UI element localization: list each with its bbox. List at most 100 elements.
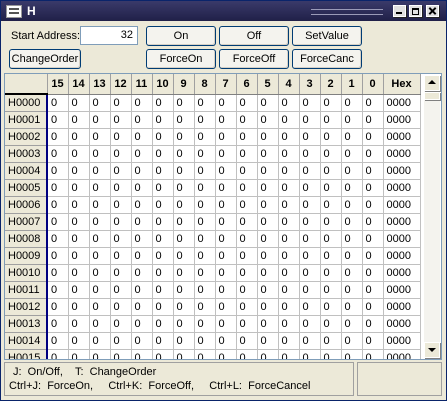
bit-cell[interactable]: 0 bbox=[47, 298, 69, 316]
bit-cell[interactable]: 0 bbox=[236, 162, 258, 180]
bit-cell[interactable]: 0 bbox=[257, 145, 279, 163]
bit-cell[interactable]: 0 bbox=[68, 298, 90, 316]
bit-cell[interactable]: 0 bbox=[110, 179, 132, 197]
table-row[interactable]: H0003 0 0 0 0 0 0 0 0 0 0 0 0 0 0 0 0 0000 bbox=[5, 145, 421, 163]
row-address[interactable]: H0000 bbox=[5, 94, 48, 112]
bit-cell[interactable]: 0 bbox=[68, 179, 90, 197]
bit-cell[interactable]: 0 bbox=[214, 179, 237, 197]
row-address[interactable]: H0015 bbox=[5, 349, 48, 359]
bit-cell[interactable]: 0 bbox=[194, 298, 216, 316]
bit-cell[interactable]: 0 bbox=[298, 332, 321, 350]
bit-cell[interactable]: 0 bbox=[298, 128, 321, 146]
bit-cell[interactable]: 0 bbox=[341, 332, 363, 350]
row-address[interactable]: H0001 bbox=[5, 111, 48, 129]
bit-cell[interactable]: 0 bbox=[47, 162, 69, 180]
bit-cell[interactable]: 0 bbox=[236, 247, 258, 265]
bit-cell[interactable]: 0 bbox=[214, 332, 237, 350]
bit-cell[interactable]: 0 bbox=[47, 196, 69, 214]
bit-cell[interactable]: 0 bbox=[298, 230, 321, 248]
bit-cell[interactable]: 0 bbox=[362, 145, 384, 163]
hex-cell[interactable]: 0000 bbox=[383, 145, 421, 163]
title-bar[interactable]: H bbox=[1, 1, 446, 21]
row-address[interactable]: H0013 bbox=[5, 315, 48, 333]
bit-cell[interactable]: 0 bbox=[214, 281, 237, 299]
bit-cell[interactable]: 0 bbox=[130, 213, 153, 231]
setvalue-button[interactable]: SetValue bbox=[292, 26, 362, 46]
table-row[interactable]: H0001 0 0 0 0 0 0 0 0 0 0 0 0 0 0 0 0 0000 bbox=[5, 111, 421, 129]
bit-cell[interactable]: 0 bbox=[362, 162, 384, 180]
row-address[interactable]: H0006 bbox=[5, 196, 48, 214]
bit-cell[interactable]: 0 bbox=[89, 162, 111, 180]
bit-cell[interactable]: 0 bbox=[257, 162, 279, 180]
table-row[interactable]: H0012 0 0 0 0 0 0 0 0 0 0 0 0 0 0 0 0 0000 bbox=[5, 298, 421, 316]
bit-cell[interactable]: 0 bbox=[362, 281, 384, 299]
bit-cell[interactable]: 0 bbox=[130, 179, 153, 197]
bit-cell[interactable]: 0 bbox=[278, 128, 300, 146]
bit-cell[interactable]: 0 bbox=[257, 315, 279, 333]
bit-cell[interactable]: 0 bbox=[278, 94, 300, 112]
bit-cell[interactable]: 0 bbox=[68, 281, 90, 299]
bit-cell[interactable]: 0 bbox=[47, 128, 69, 146]
bit-cell[interactable]: 0 bbox=[236, 179, 258, 197]
bit-cell[interactable]: 0 bbox=[362, 111, 384, 129]
bit-cell[interactable]: 0 bbox=[152, 315, 174, 333]
bit-cell[interactable]: 0 bbox=[89, 298, 111, 316]
bit-cell[interactable]: 0 bbox=[236, 230, 258, 248]
bit-cell[interactable]: 0 bbox=[214, 349, 237, 359]
bit-cell[interactable]: 0 bbox=[341, 349, 363, 359]
bit-cell[interactable]: 0 bbox=[173, 128, 195, 146]
bit-cell[interactable]: 0 bbox=[173, 281, 195, 299]
bit-cell[interactable]: 0 bbox=[320, 213, 342, 231]
bit-cell[interactable]: 0 bbox=[68, 230, 90, 248]
bit-cell[interactable]: 0 bbox=[68, 111, 90, 129]
bit-cell[interactable]: 0 bbox=[47, 264, 69, 282]
bit-cell[interactable]: 0 bbox=[110, 298, 132, 316]
hex-cell[interactable]: 0000 bbox=[383, 298, 421, 316]
bit-cell[interactable]: 0 bbox=[214, 111, 237, 129]
bit-cell[interactable]: 0 bbox=[89, 145, 111, 163]
hex-cell[interactable]: 0000 bbox=[383, 179, 421, 197]
bit-cell[interactable]: 0 bbox=[47, 332, 69, 350]
bit-cell[interactable]: 0 bbox=[320, 298, 342, 316]
bit-cell[interactable]: 0 bbox=[89, 128, 111, 146]
vertical-scrollbar[interactable] bbox=[424, 75, 440, 358]
bit-cell[interactable]: 0 bbox=[130, 264, 153, 282]
bit-cell[interactable]: 0 bbox=[214, 94, 237, 112]
bit-cell[interactable]: 0 bbox=[173, 179, 195, 197]
bit-cell[interactable]: 0 bbox=[236, 196, 258, 214]
bit-cell[interactable]: 0 bbox=[194, 281, 216, 299]
row-address[interactable]: H0008 bbox=[5, 230, 48, 248]
close-icon[interactable] bbox=[426, 5, 439, 17]
bit-cell[interactable]: 0 bbox=[320, 315, 342, 333]
bit-cell[interactable]: 0 bbox=[214, 145, 237, 163]
hex-cell[interactable]: 0000 bbox=[383, 349, 421, 359]
bit-cell[interactable]: 0 bbox=[362, 298, 384, 316]
bit-cell[interactable]: 0 bbox=[341, 196, 363, 214]
bit-cell[interactable]: 0 bbox=[110, 332, 132, 350]
bit-cell[interactable]: 0 bbox=[214, 128, 237, 146]
hex-cell[interactable]: 0000 bbox=[383, 315, 421, 333]
row-address[interactable]: H0005 bbox=[5, 179, 48, 197]
off-button[interactable]: Off bbox=[219, 26, 289, 46]
bit-cell[interactable]: 0 bbox=[47, 315, 69, 333]
bit-cell[interactable]: 0 bbox=[110, 94, 132, 112]
bit-cell[interactable]: 0 bbox=[173, 111, 195, 129]
bit-cell[interactable]: 0 bbox=[173, 145, 195, 163]
bit-cell[interactable]: 0 bbox=[257, 230, 279, 248]
bit-cell[interactable]: 0 bbox=[341, 315, 363, 333]
bit-cell[interactable]: 0 bbox=[89, 94, 111, 112]
bit-cell[interactable]: 0 bbox=[341, 230, 363, 248]
table-row[interactable]: H0005 0 0 0 0 0 0 0 0 0 0 0 0 0 0 0 0 0000 bbox=[5, 179, 421, 197]
bit-cell[interactable]: 0 bbox=[47, 145, 69, 163]
bit-cell[interactable]: 0 bbox=[362, 196, 384, 214]
bit-cell[interactable]: 0 bbox=[89, 349, 111, 359]
bit-cell[interactable]: 0 bbox=[152, 145, 174, 163]
bit-cell[interactable]: 0 bbox=[194, 196, 216, 214]
bit-cell[interactable]: 0 bbox=[89, 179, 111, 197]
bit-cell[interactable]: 0 bbox=[68, 213, 90, 231]
bit-cell[interactable]: 0 bbox=[214, 196, 237, 214]
start-address-input[interactable]: 32 bbox=[80, 26, 138, 45]
bit-cell[interactable]: 0 bbox=[278, 111, 300, 129]
bit-cell[interactable]: 0 bbox=[362, 94, 384, 112]
bit-cell[interactable]: 0 bbox=[110, 281, 132, 299]
